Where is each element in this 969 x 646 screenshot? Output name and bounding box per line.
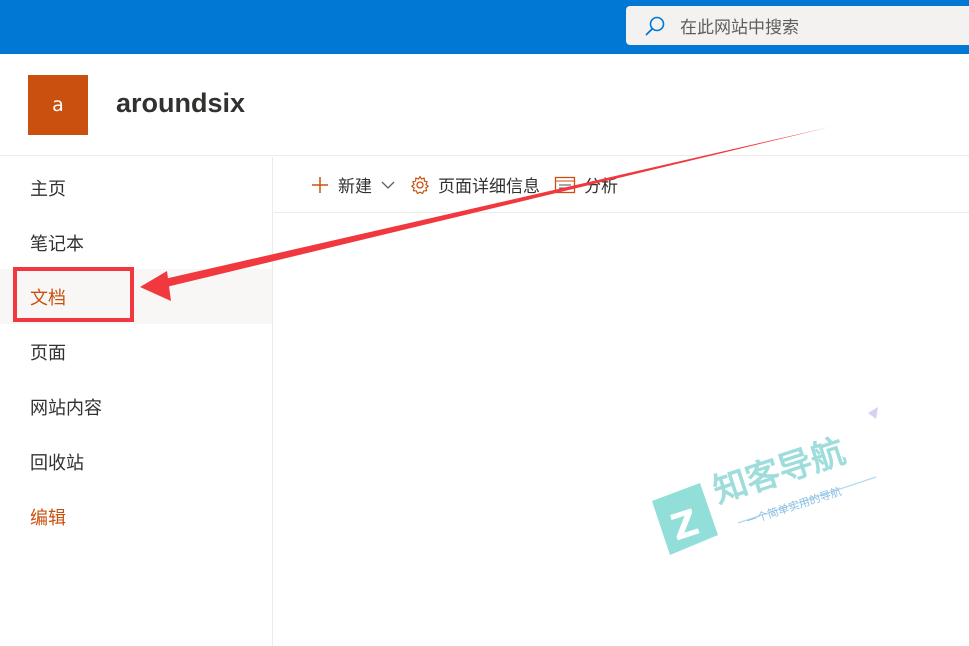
search-box[interactable]: 在此网站中搜索 <box>626 6 969 45</box>
watermark-slogan: 一个简单实用的导航 <box>745 484 843 528</box>
site-logo-letter: a <box>52 94 64 116</box>
site-header: a aroundsix <box>0 54 969 156</box>
suite-bar: 在此网站中搜索 <box>0 0 969 54</box>
highlight-box <box>13 267 134 322</box>
svg-text:Z: Z <box>666 502 704 549</box>
analytics-icon <box>554 175 576 195</box>
nav-item-pages[interactable]: 页面 <box>0 324 272 379</box>
search-placeholder: 在此网站中搜索 <box>680 18 799 38</box>
nav-item-site-contents[interactable]: 网站内容 <box>0 379 272 434</box>
command-bar: 新建 页面详细信息 分析 <box>274 157 969 213</box>
watermark-logo: Z 知客导航 一个简单实用的导航 <box>652 407 878 555</box>
gear-icon <box>410 175 430 195</box>
page-details-label: 页面详细信息 <box>438 177 540 197</box>
analytics-label: 分析 <box>584 177 618 197</box>
analytics-button[interactable]: 分析 <box>554 172 618 197</box>
chevron-down-icon <box>380 177 396 193</box>
page-details-button[interactable]: 页面详细信息 <box>410 172 540 197</box>
new-button[interactable]: 新建 <box>310 172 396 197</box>
new-button-label: 新建 <box>338 177 372 197</box>
nav-item-recycle-bin[interactable]: 回收站 <box>0 434 272 489</box>
left-navigation: 主页 笔记本 文档 页面 网站内容 回收站 编辑 <box>0 157 273 646</box>
nav-edit-link[interactable]: 编辑 <box>0 489 272 544</box>
nav-item-notebook[interactable]: 笔记本 <box>0 215 272 270</box>
site-logo[interactable]: a <box>28 75 88 135</box>
site-title[interactable]: aroundsix <box>116 88 245 119</box>
nav-item-home[interactable]: 主页 <box>0 160 272 215</box>
plus-icon <box>310 175 330 195</box>
watermark-brand: 知客导航 <box>708 431 850 511</box>
search-icon <box>644 14 668 38</box>
